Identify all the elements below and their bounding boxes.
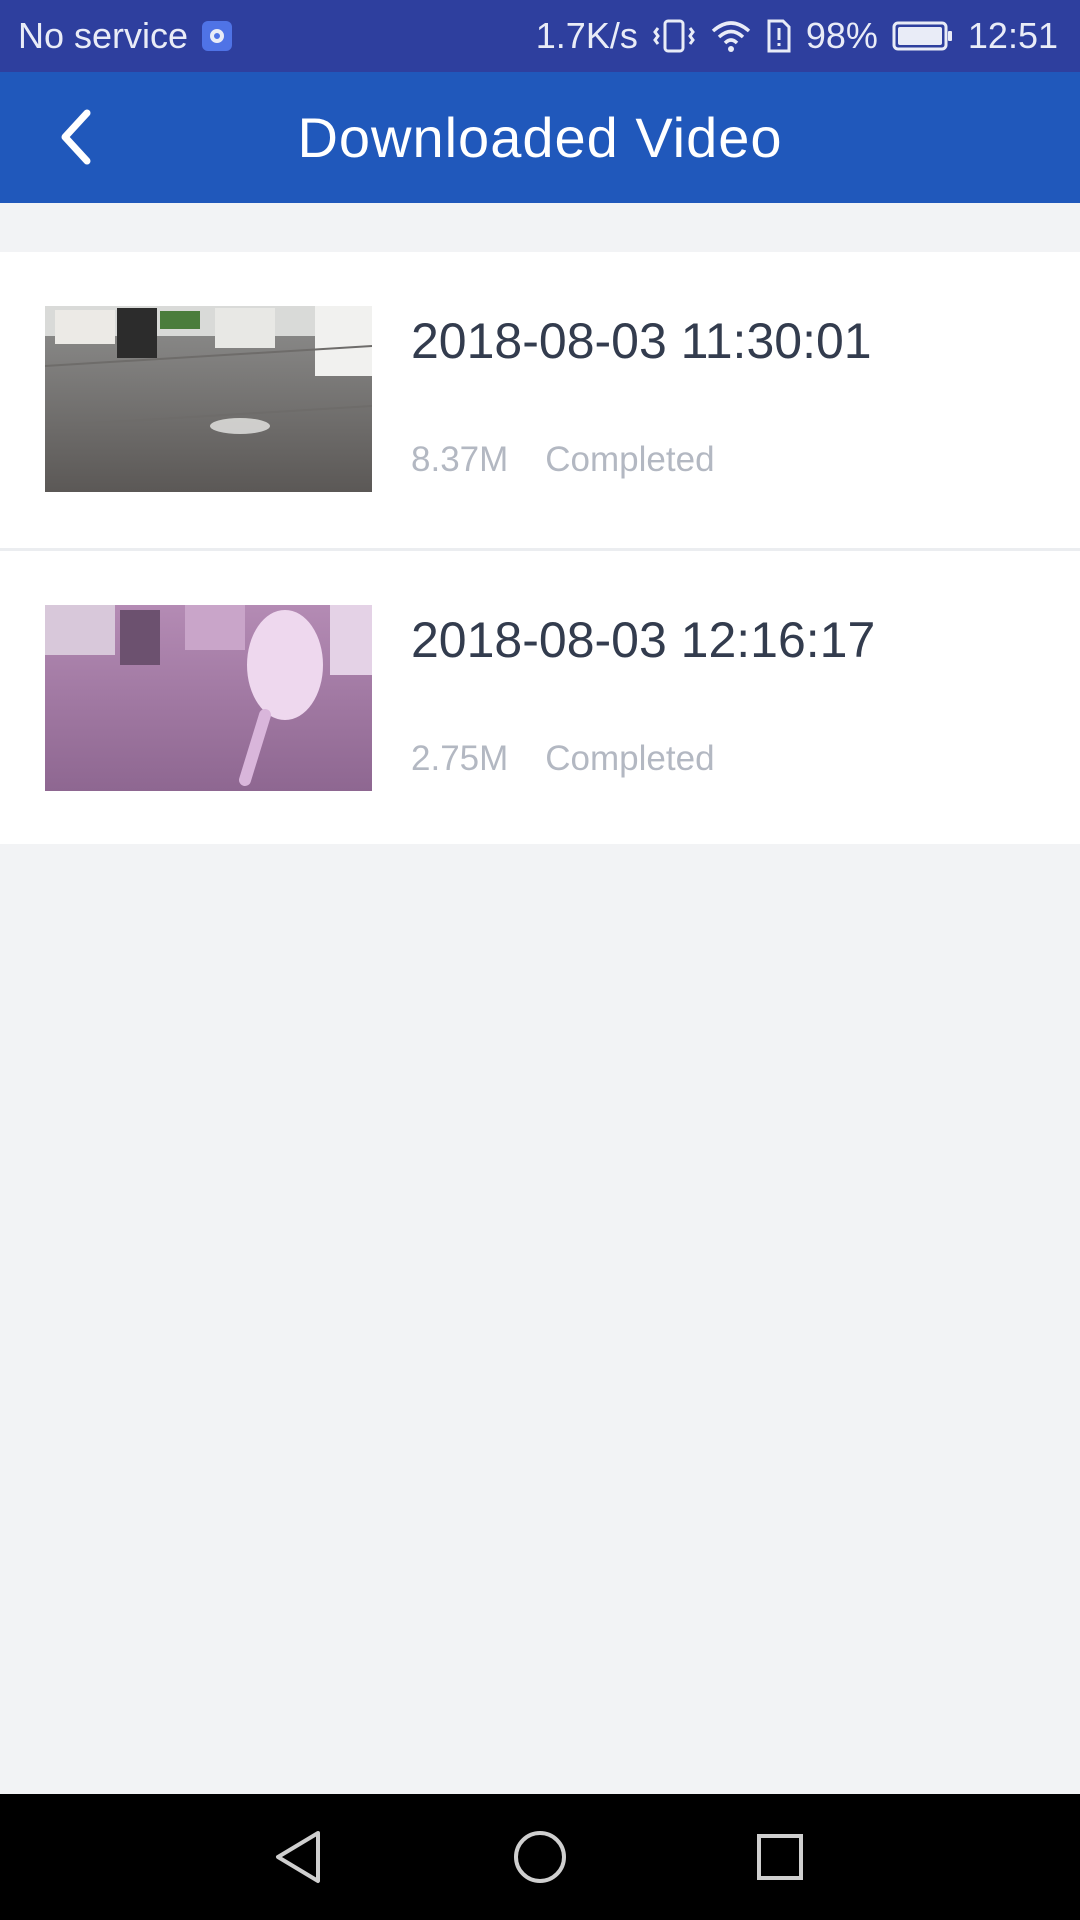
vibrate-icon — [652, 18, 696, 54]
wifi-icon — [710, 18, 752, 54]
video-size: 8.37M — [411, 440, 509, 479]
status-left: No service — [18, 15, 233, 57]
carrier-label: No service — [18, 15, 189, 56]
sync-icon — [202, 21, 233, 51]
system-nav-bar — [0, 1794, 1080, 1920]
sim-alert-icon — [766, 18, 792, 54]
nav-home-button[interactable] — [507, 1824, 573, 1890]
circle-home-icon — [514, 1831, 566, 1883]
video-datetime: 2018-08-03 11:30:01 — [411, 313, 872, 369]
video-size: 2.75M — [411, 739, 509, 778]
square-recents-icon — [757, 1834, 803, 1880]
video-meta: 8.37M Completed — [411, 440, 715, 480]
video-list-item[interactable]: 2018-08-03 11:30:01 8.37M Completed — [0, 252, 1080, 548]
page-title: Downloaded Video — [297, 106, 783, 169]
triangle-back-icon — [276, 1831, 320, 1883]
video-list: 2018-08-03 11:30:01 8.37M Completed 2018… — [0, 252, 1080, 844]
nav-recents-button[interactable] — [747, 1824, 813, 1890]
status-right: 1.7K/s 98% 12:51 — [536, 15, 1058, 57]
battery-percent: 98% — [805, 15, 878, 56]
video-list-item[interactable]: 2018-08-03 12:16:17 2.75M Completed — [0, 548, 1080, 844]
video-thumbnail[interactable] — [45, 306, 372, 492]
battery-icon — [892, 20, 954, 52]
nav-back-button[interactable] — [267, 1824, 333, 1890]
video-meta: 2.75M Completed — [411, 739, 715, 779]
network-speed: 1.7K/s — [535, 15, 638, 56]
video-datetime: 2018-08-03 12:16:17 — [411, 612, 876, 668]
status-bar: No service 1.7K/s 98% 12:51 — [0, 0, 1080, 72]
app-bar: Downloaded Video — [0, 72, 1080, 203]
download-status: Completed — [545, 440, 715, 479]
download-status: Completed — [545, 739, 715, 778]
video-thumbnail[interactable] — [45, 605, 372, 791]
clock: 12:51 — [967, 15, 1058, 56]
